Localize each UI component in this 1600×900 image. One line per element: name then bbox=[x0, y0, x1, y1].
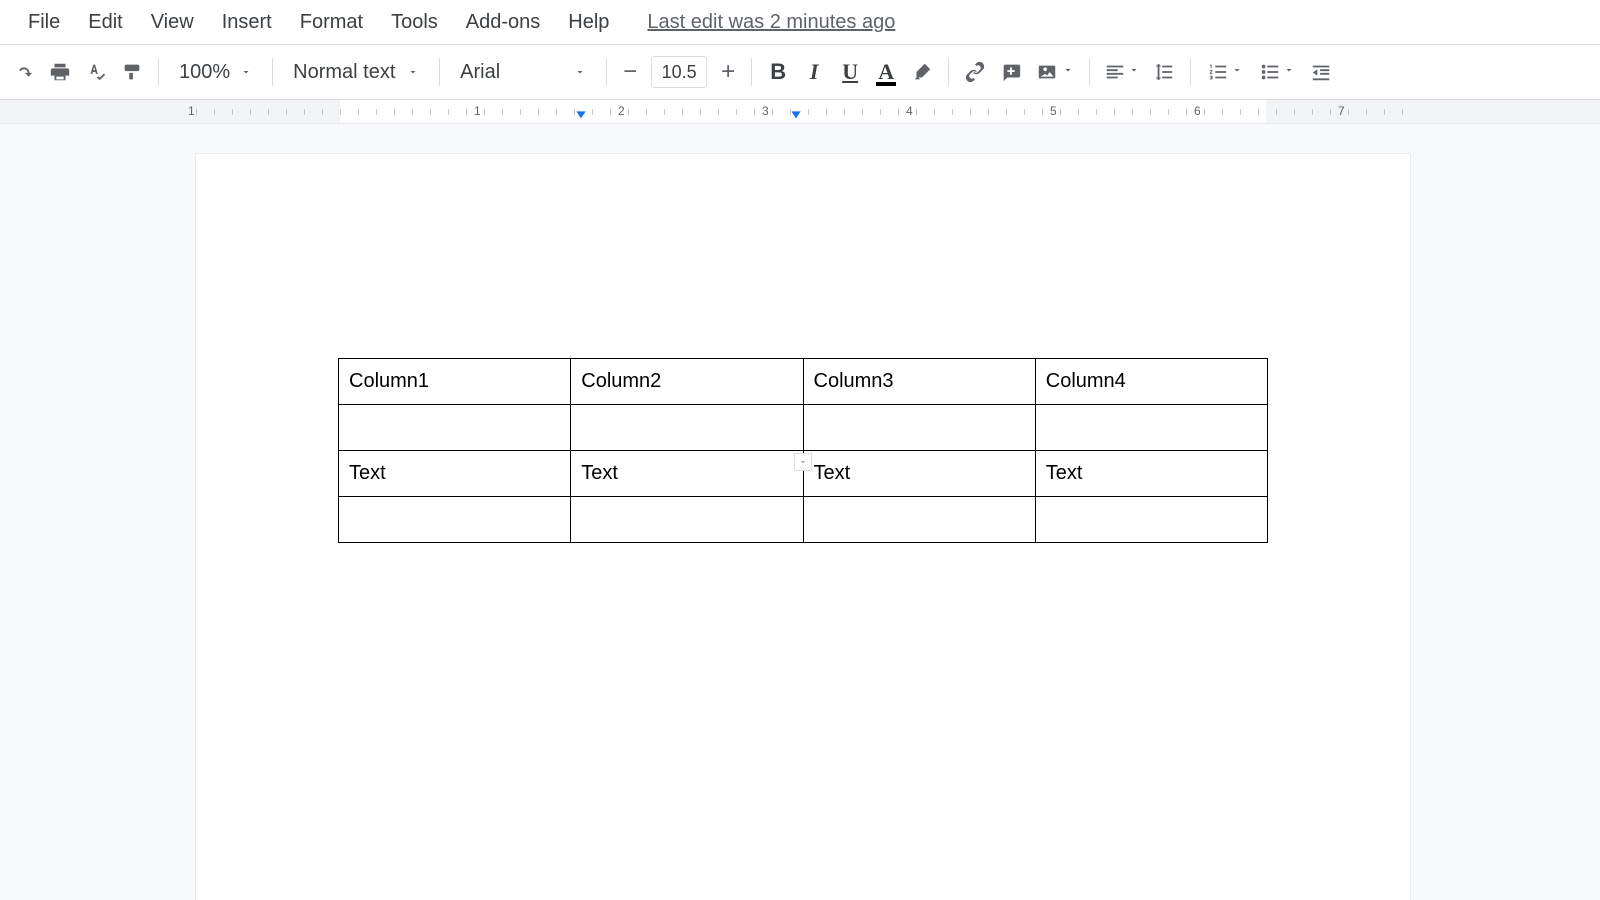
menu-bar: File Edit View Insert Format Tools Add-o… bbox=[0, 0, 1600, 44]
insert-image-button[interactable] bbox=[1029, 54, 1081, 90]
table-cell[interactable]: Column2 bbox=[571, 359, 803, 405]
redo-button[interactable] bbox=[6, 54, 42, 90]
paragraph-style-value: Normal text bbox=[293, 61, 395, 84]
paragraph-style-dropdown[interactable]: Normal text bbox=[281, 54, 431, 90]
numbered-list-icon bbox=[1207, 61, 1229, 83]
font-size-decrease-button[interactable]: − bbox=[615, 57, 645, 87]
underline-button[interactable]: U bbox=[832, 54, 868, 90]
menu-edit[interactable]: Edit bbox=[74, 5, 136, 40]
bulleted-list-button[interactable] bbox=[1251, 54, 1303, 90]
menu-view[interactable]: View bbox=[137, 5, 208, 40]
page-content[interactable]: Column1Column2Column3Column4TextTextText… bbox=[338, 358, 1268, 543]
right-indent-marker[interactable] bbox=[789, 109, 803, 124]
italic-button[interactable]: I bbox=[796, 54, 832, 90]
font-size-input[interactable]: 10.5 bbox=[651, 56, 707, 88]
zoom-value: 100% bbox=[179, 61, 230, 84]
table-cell[interactable] bbox=[571, 497, 803, 543]
horizontal-ruler[interactable]: 1 1 2 3 4 5 6 7 bbox=[0, 100, 1600, 124]
ruler-page-area bbox=[196, 100, 1410, 123]
numbered-list-button[interactable] bbox=[1199, 54, 1251, 90]
table-cell[interactable]: Column1 bbox=[339, 359, 571, 405]
table-cell[interactable] bbox=[339, 497, 571, 543]
font-family-value: Arial bbox=[460, 61, 500, 84]
chevron-down-icon bbox=[1283, 63, 1295, 81]
menu-tools[interactable]: Tools bbox=[377, 5, 452, 40]
bulleted-list-icon bbox=[1259, 61, 1281, 83]
print-icon bbox=[49, 61, 71, 83]
table-cell[interactable]: Column3 bbox=[803, 359, 1035, 405]
menu-help[interactable]: Help bbox=[554, 5, 623, 40]
table-cell[interactable]: Text bbox=[339, 451, 571, 497]
table-row[interactable] bbox=[339, 405, 1268, 451]
redo-icon bbox=[13, 61, 35, 83]
text-color-button[interactable]: A bbox=[868, 54, 904, 90]
table-cell[interactable] bbox=[571, 405, 803, 451]
bold-icon: B bbox=[770, 59, 786, 85]
menu-file[interactable]: File bbox=[14, 5, 74, 40]
toolbar: 100% Normal text Arial − 10.5 + B I U A bbox=[0, 44, 1600, 100]
menu-addons[interactable]: Add-ons bbox=[452, 5, 555, 40]
table-cell[interactable]: Text bbox=[571, 451, 803, 497]
toolbar-separator bbox=[751, 58, 752, 86]
document-page[interactable]: Column1Column2Column3Column4TextTextText… bbox=[196, 154, 1410, 900]
toolbar-separator bbox=[272, 58, 273, 86]
last-edit-link[interactable]: Last edit was 2 minutes ago bbox=[647, 11, 895, 34]
line-spacing-icon bbox=[1153, 61, 1175, 83]
menu-insert[interactable]: Insert bbox=[208, 5, 286, 40]
font-size-group: − 10.5 + bbox=[615, 56, 743, 88]
chevron-down-icon bbox=[1231, 63, 1243, 81]
toolbar-separator bbox=[1190, 58, 1191, 86]
link-icon bbox=[964, 61, 986, 83]
zoom-dropdown[interactable]: 100% bbox=[167, 54, 264, 90]
paint-roller-icon bbox=[121, 61, 143, 83]
bold-button[interactable]: B bbox=[760, 54, 796, 90]
decrease-indent-button[interactable] bbox=[1303, 54, 1339, 90]
document-canvas[interactable]: Column1Column2Column3Column4TextTextText… bbox=[0, 124, 1600, 900]
table-cell[interactable] bbox=[803, 405, 1035, 451]
table-cell[interactable] bbox=[1035, 497, 1267, 543]
spellcheck-button[interactable] bbox=[78, 54, 114, 90]
line-spacing-button[interactable] bbox=[1146, 54, 1182, 90]
toolbar-separator bbox=[1089, 58, 1090, 86]
table-row[interactable] bbox=[339, 497, 1268, 543]
toolbar-separator bbox=[606, 58, 607, 86]
left-indent-marker[interactable] bbox=[574, 109, 588, 124]
table-row[interactable]: Column1Column2Column3Column4 bbox=[339, 359, 1268, 405]
indent-decrease-icon bbox=[1310, 61, 1332, 83]
align-left-icon bbox=[1104, 61, 1126, 83]
toolbar-separator bbox=[439, 58, 440, 86]
chevron-down-icon bbox=[407, 61, 419, 84]
underline-icon: U bbox=[842, 59, 858, 85]
table-cell[interactable]: Text bbox=[803, 451, 1035, 497]
table-cell[interactable] bbox=[339, 405, 571, 451]
font-size-increase-button[interactable]: + bbox=[713, 57, 743, 87]
print-button[interactable] bbox=[42, 54, 78, 90]
table-cell[interactable]: Column4 bbox=[1035, 359, 1267, 405]
spellcheck-icon bbox=[85, 61, 107, 83]
align-button[interactable] bbox=[1098, 54, 1146, 90]
comment-add-icon bbox=[1000, 61, 1022, 83]
toolbar-separator bbox=[948, 58, 949, 86]
insert-link-button[interactable] bbox=[957, 54, 993, 90]
toolbar-separator bbox=[158, 58, 159, 86]
table-cell[interactable]: Text bbox=[1035, 451, 1267, 497]
paint-format-button[interactable] bbox=[114, 54, 150, 90]
image-icon bbox=[1036, 61, 1058, 83]
chevron-down-icon bbox=[1128, 63, 1140, 81]
table-cell[interactable] bbox=[803, 497, 1035, 543]
insert-comment-button[interactable] bbox=[993, 54, 1029, 90]
table-row[interactable]: TextTextTextText bbox=[339, 451, 1268, 497]
text-color-swatch bbox=[876, 82, 896, 86]
menu-format[interactable]: Format bbox=[286, 5, 377, 40]
italic-icon: I bbox=[810, 59, 819, 85]
document-table[interactable]: Column1Column2Column3Column4TextTextText… bbox=[338, 358, 1268, 543]
chevron-down-icon bbox=[240, 61, 252, 84]
chevron-down-icon bbox=[1062, 63, 1074, 81]
chevron-down-icon bbox=[574, 61, 586, 84]
highlight-color-button[interactable] bbox=[904, 54, 940, 90]
table-cell[interactable] bbox=[1035, 405, 1267, 451]
font-family-dropdown[interactable]: Arial bbox=[448, 54, 598, 90]
highlighter-icon bbox=[911, 61, 933, 83]
